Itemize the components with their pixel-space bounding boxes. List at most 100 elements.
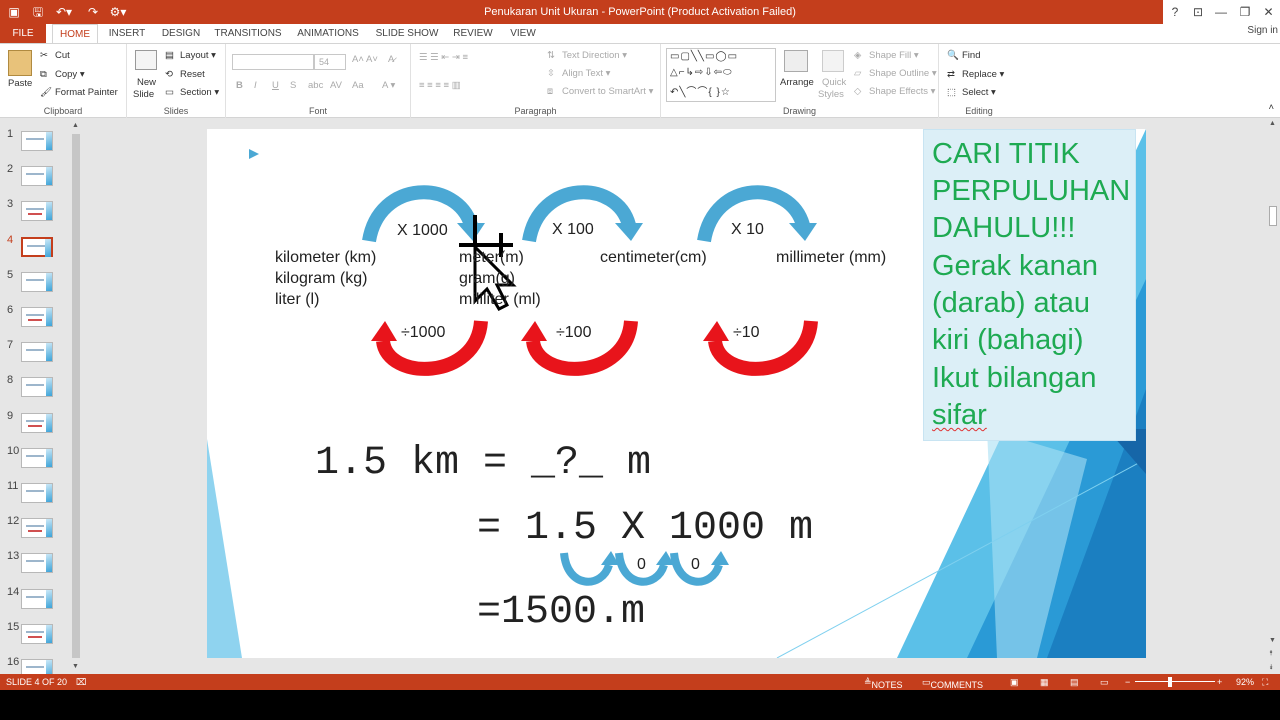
find-button[interactable]: 🔍 Find xyxy=(947,50,980,61)
reset-button[interactable]: ⟲ Reset xyxy=(165,69,205,80)
slide-thumbnail[interactable]: 11 xyxy=(0,480,70,510)
thumbnail-scroll-thumb[interactable] xyxy=(72,134,80,658)
zoom-out-icon[interactable]: − xyxy=(1125,677,1130,687)
tab-file[interactable]: FILE xyxy=(0,24,46,44)
zoom-slider-thumb[interactable] xyxy=(1168,677,1172,687)
slide-thumbnail[interactable]: 14 xyxy=(0,586,70,616)
thumbnail-scrollbar[interactable]: ▲ ▼ xyxy=(70,120,82,672)
sign-in-link[interactable]: Sign in xyxy=(1247,24,1278,38)
previous-slide-icon[interactable]: ⯭ xyxy=(1269,650,1273,658)
slide-sorter-icon[interactable]: ▦ xyxy=(1040,677,1049,688)
arrange-button[interactable]: Arrange xyxy=(780,77,814,88)
slideshow-view-icon[interactable]: ▭ xyxy=(1100,677,1109,688)
quick-styles-label-1[interactable]: Quick xyxy=(822,77,846,88)
shape-fill-button[interactable]: ◈ Shape Fill ▾ xyxy=(854,50,919,61)
normal-view-icon[interactable]: ▣ xyxy=(1010,677,1019,688)
zoom-in-icon[interactable]: + xyxy=(1217,677,1222,687)
slide-scroll-thumb[interactable] xyxy=(1269,206,1277,226)
slide-canvas[interactable]: X 1000 X 100 X 10 kilometer (km) kilogra… xyxy=(207,129,1146,658)
quick-styles-label-2[interactable]: Styles xyxy=(818,89,844,100)
slide-scrollbar[interactable]: ▲ ▼ ⯭ ⯯ xyxy=(1266,118,1280,674)
zoom-slider[interactable] xyxy=(1135,681,1215,682)
help-button[interactable]: ? xyxy=(1163,0,1187,24)
slide-thumbnail-image[interactable] xyxy=(21,623,53,644)
slide-thumbnail[interactable]: 5 xyxy=(0,269,70,299)
slide-thumbnail[interactable]: 7 xyxy=(0,339,70,369)
next-slide-icon[interactable]: ⯯ xyxy=(1269,664,1273,672)
slide-thumbnail[interactable]: 3 xyxy=(0,198,70,228)
paste-icon[interactable] xyxy=(8,50,32,76)
slide-thumbnail-image[interactable] xyxy=(21,377,53,398)
text-direction-button[interactable]: ⇅ Text Direction ▾ xyxy=(547,50,627,61)
zoom-level[interactable]: 92% xyxy=(1236,677,1254,687)
grow-font-icon[interactable]: A˄ A˅ xyxy=(352,54,378,65)
ribbon-display-icon[interactable]: ⊡ xyxy=(1187,0,1209,24)
slide-thumbnail-image[interactable] xyxy=(21,342,53,363)
slide-thumbnail[interactable]: 13 xyxy=(0,550,70,580)
slide-thumbnail-image[interactable] xyxy=(21,588,53,609)
slide-thumbnail[interactable]: 8 xyxy=(0,374,70,404)
tab-slide-show[interactable]: SLIDE SHOW xyxy=(372,24,442,44)
replace-button[interactable]: ⇄ Replace ▾ xyxy=(947,69,1004,80)
comments-button[interactable]: ▭ COMMENTS xyxy=(922,677,983,690)
align-text-button[interactable]: ⇳ Align Text ▾ xyxy=(547,68,610,79)
slide-thumbnail-image[interactable] xyxy=(21,518,53,539)
scroll-up-icon[interactable]: ▲ xyxy=(1269,120,1276,127)
section-button[interactable]: ▭ Section ▾ xyxy=(165,87,219,98)
shapes-gallery[interactable]: ▭▢╲╲▭◯▭ △⌐↳⇨⇩⇦⬭ ↶╲⌒⌒{ }☆ xyxy=(666,48,776,102)
font-name-input[interactable] xyxy=(232,54,314,70)
bullets-icon[interactable]: ☰ ☰ ⇤ ⇥ ≡ xyxy=(419,52,468,63)
slide-thumbnail-image[interactable] xyxy=(21,553,53,574)
select-button[interactable]: ⬚ Select ▾ xyxy=(947,87,996,98)
slide-thumbnail[interactable]: 4 xyxy=(0,234,70,264)
slide-thumbnail-image[interactable] xyxy=(21,236,53,257)
char-spacing-icon[interactable]: AV xyxy=(330,80,342,91)
cut-button[interactable]: ✂ Cut xyxy=(40,50,70,61)
italic-icon[interactable]: I xyxy=(254,80,257,91)
reading-view-icon[interactable]: ▤ xyxy=(1070,677,1079,688)
change-case-icon[interactable]: Aa xyxy=(352,80,364,91)
slide-thumbnail[interactable]: 12 xyxy=(0,515,70,545)
quick-styles-icon[interactable] xyxy=(822,50,844,72)
slide-thumbnail-image[interactable] xyxy=(21,412,53,433)
slide-thumbnail-image[interactable] xyxy=(21,166,53,187)
slide-thumbnail-image[interactable] xyxy=(21,483,53,503)
copy-button[interactable]: ⧉ Copy ▾ xyxy=(40,69,85,80)
slide-thumbnail-image[interactable] xyxy=(21,201,53,222)
slide-thumbnail[interactable]: 10 xyxy=(0,445,70,475)
tab-home[interactable]: HOME xyxy=(52,24,98,44)
collapse-ribbon-icon[interactable]: ˄ xyxy=(1268,102,1274,113)
slide-thumbnail-image[interactable] xyxy=(21,307,53,327)
notes-button[interactable]: ≜ NOTES xyxy=(864,677,903,690)
slide-thumbnail[interactable]: 2 xyxy=(0,163,70,193)
font-size-input[interactable]: 54 xyxy=(314,54,346,70)
fit-slide-icon[interactable]: ⛶ xyxy=(1262,677,1268,688)
tab-view[interactable]: VIEW xyxy=(504,24,542,44)
new-slide-label-1[interactable]: New xyxy=(137,77,156,88)
minimize-icon[interactable]: — xyxy=(1209,0,1233,24)
tab-insert[interactable]: INSERT xyxy=(104,24,150,44)
new-slide-label-2[interactable]: Slide xyxy=(133,89,154,100)
tab-design[interactable]: DESIGN xyxy=(156,24,206,44)
paste-button[interactable]: Paste xyxy=(8,78,32,89)
bold-icon[interactable]: B xyxy=(236,80,243,91)
slide-thumbnail-image[interactable] xyxy=(21,271,53,292)
convert-smartart-button[interactable]: ⧈ Convert to SmartArt ▾ xyxy=(547,86,653,97)
clear-format-icon[interactable]: A̷ xyxy=(388,54,394,65)
slide-thumbnail[interactable]: 9 xyxy=(0,410,70,440)
shape-outline-button[interactable]: ▱ Shape Outline ▾ xyxy=(854,68,937,79)
new-slide-icon[interactable] xyxy=(135,50,157,70)
slide-thumbnail[interactable]: 15 xyxy=(0,621,70,651)
scroll-down-icon[interactable]: ▼ xyxy=(72,663,79,670)
shape-effects-button[interactable]: ◇ Shape Effects ▾ xyxy=(854,86,935,97)
format-painter-button[interactable]: 🖌 Format Painter xyxy=(40,87,118,98)
tab-review[interactable]: REVIEW xyxy=(450,24,496,44)
scroll-up-icon[interactable]: ▲ xyxy=(72,122,79,129)
close-icon[interactable]: ✕ xyxy=(1257,0,1280,24)
strikethrough-icon[interactable]: abc xyxy=(308,80,323,91)
shadow-icon[interactable]: S xyxy=(290,80,296,91)
spellcheck-icon[interactable]: ⌧ xyxy=(76,677,86,688)
arrange-icon[interactable] xyxy=(784,50,808,72)
scroll-down-icon[interactable]: ▼ xyxy=(1269,637,1276,644)
layout-button[interactable]: ▤ Layout ▾ xyxy=(165,50,216,61)
